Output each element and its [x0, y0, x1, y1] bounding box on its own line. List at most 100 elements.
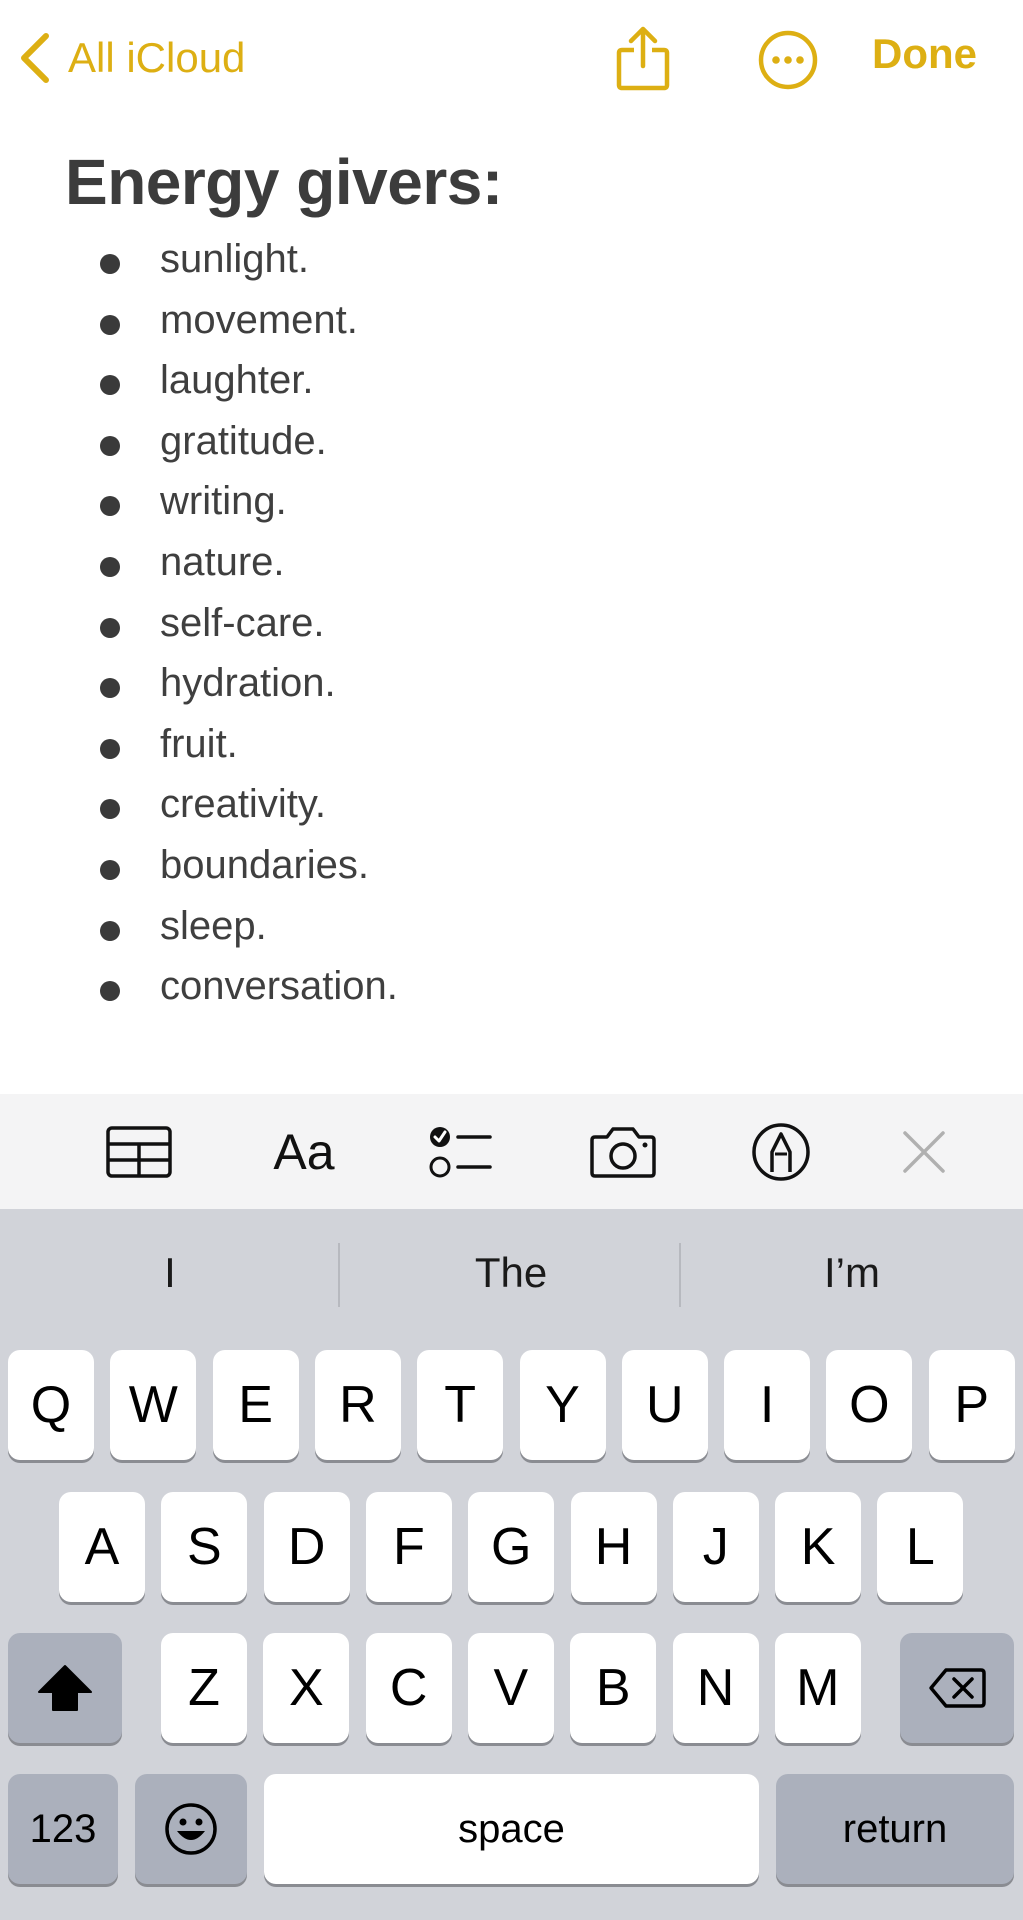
- list-item-text: boundaries.: [160, 842, 370, 887]
- bullet-icon: [100, 799, 120, 820]
- list-item-text: movement.: [160, 297, 358, 342]
- list-item-text: nature.: [160, 539, 285, 584]
- chevron-left-icon: [21, 33, 49, 83]
- key-g[interactable]: G: [468, 1492, 555, 1602]
- key-m[interactable]: M: [774, 1633, 861, 1743]
- bullet-icon: [100, 920, 120, 941]
- list-item[interactable]: sunlight.: [0, 233, 1023, 294]
- back-button[interactable]: All iCloud: [18, 28, 245, 88]
- list-item[interactable]: hydration.: [0, 657, 1023, 718]
- bullet-icon: [100, 981, 120, 1002]
- list-item[interactable]: sleep.: [0, 900, 1023, 961]
- list-item-text: laughter.: [160, 358, 314, 403]
- predictive-bar: I The I’m: [0, 1209, 1023, 1339]
- key-y[interactable]: Y: [519, 1350, 606, 1460]
- key-f[interactable]: F: [365, 1492, 452, 1602]
- list-item-text: fruit.: [160, 721, 238, 766]
- list-item-text: sleep.: [160, 903, 267, 948]
- key-a[interactable]: A: [59, 1492, 145, 1602]
- bullet-icon: [100, 496, 120, 517]
- key-c[interactable]: C: [365, 1633, 452, 1743]
- table-button[interactable]: [104, 1120, 174, 1184]
- list-item[interactable]: movement.: [0, 294, 1023, 355]
- shift-key[interactable]: [8, 1633, 122, 1743]
- table-icon: [106, 1126, 172, 1178]
- camera-icon: [590, 1127, 656, 1178]
- bullet-icon: [100, 435, 120, 456]
- bullet-icon: [100, 254, 120, 274]
- delete-key[interactable]: [900, 1633, 1014, 1743]
- emoji-icon: [165, 1803, 217, 1855]
- space-key[interactable]: space: [264, 1774, 759, 1884]
- list-item-text: writing.: [160, 479, 287, 524]
- key-b[interactable]: B: [570, 1633, 657, 1743]
- emoji-key[interactable]: [135, 1774, 247, 1884]
- checklist-icon: [429, 1127, 492, 1178]
- key-j[interactable]: J: [672, 1492, 759, 1602]
- key-h[interactable]: H: [570, 1492, 657, 1602]
- return-key[interactable]: return: [776, 1774, 1014, 1884]
- keyboard: I The I’m QWERTYUIOP ASDFGHJKL ZXCVBNM 1…: [0, 1209, 1023, 1920]
- list-item-text: self-care.: [160, 600, 325, 645]
- back-label: All iCloud: [68, 34, 246, 81]
- bullet-icon: [100, 556, 120, 577]
- key-d[interactable]: D: [263, 1492, 350, 1602]
- key-l[interactable]: L: [877, 1492, 964, 1602]
- list-item[interactable]: boundaries.: [0, 839, 1023, 900]
- key-v[interactable]: V: [467, 1633, 554, 1743]
- key-z[interactable]: Z: [161, 1633, 247, 1743]
- bullet-icon: [100, 738, 120, 759]
- list-item[interactable]: conversation.: [0, 960, 1023, 1021]
- key-x[interactable]: X: [263, 1633, 350, 1743]
- done-button[interactable]: Done: [872, 30, 977, 78]
- checklist-button[interactable]: [426, 1120, 496, 1184]
- markup-button[interactable]: [746, 1120, 816, 1184]
- list-item-text: sunlight.: [160, 237, 309, 281]
- list-item[interactable]: writing.: [0, 475, 1023, 536]
- list-item[interactable]: laughter.: [0, 354, 1023, 415]
- nav-bar: All iCloud Done: [0, 0, 1023, 120]
- key-o[interactable]: O: [826, 1350, 913, 1460]
- bullet-list[interactable]: sunlight. movement. laughter. gratitude. wri…: [0, 233, 1023, 1021]
- key-q[interactable]: Q: [8, 1350, 94, 1460]
- numbers-key[interactable]: 123: [8, 1774, 118, 1884]
- close-toolbar-button[interactable]: [896, 1120, 952, 1184]
- bullet-icon: [100, 859, 120, 880]
- more-options-icon[interactable]: [757, 29, 819, 91]
- list-item[interactable]: gratitude.: [0, 415, 1023, 476]
- key-t[interactable]: T: [417, 1350, 504, 1460]
- bullet-icon: [100, 375, 120, 396]
- format-button[interactable]: Aa: [264, 1120, 344, 1184]
- format-toolbar: Aa: [0, 1094, 1023, 1209]
- list-item-text: hydration.: [160, 661, 336, 706]
- shift-icon: [38, 1665, 92, 1711]
- key-i[interactable]: I: [724, 1350, 811, 1460]
- list-item[interactable]: self-care.: [0, 597, 1023, 658]
- share-icon[interactable]: [614, 26, 672, 92]
- key-k[interactable]: K: [775, 1492, 862, 1602]
- suggestion-1[interactable]: I: [0, 1249, 340, 1297]
- bullet-icon: [100, 678, 120, 699]
- close-icon: [903, 1131, 945, 1173]
- list-item-text: gratitude.: [160, 418, 327, 463]
- suggestion-3[interactable]: I’m: [682, 1249, 1022, 1297]
- key-n[interactable]: N: [672, 1633, 759, 1743]
- list-item-text: conversation.: [160, 964, 398, 1009]
- bullet-icon: [100, 314, 120, 335]
- list-item[interactable]: nature.: [0, 536, 1023, 597]
- delete-icon: [929, 1668, 986, 1708]
- list-item[interactable]: creativity.: [0, 778, 1023, 839]
- suggestion-2[interactable]: The: [341, 1249, 681, 1297]
- suggestion-divider: [679, 1243, 681, 1307]
- key-u[interactable]: U: [621, 1350, 708, 1460]
- key-e[interactable]: E: [212, 1350, 299, 1460]
- list-item-text: creativity.: [160, 782, 326, 827]
- list-item[interactable]: fruit.: [0, 718, 1023, 779]
- key-w[interactable]: W: [110, 1350, 197, 1460]
- suggestion-divider: [338, 1243, 340, 1307]
- key-r[interactable]: R: [314, 1350, 401, 1460]
- camera-button[interactable]: [588, 1120, 658, 1184]
- key-p[interactable]: P: [928, 1350, 1015, 1460]
- key-s[interactable]: S: [161, 1492, 248, 1602]
- note-title[interactable]: Energy givers:: [65, 145, 503, 219]
